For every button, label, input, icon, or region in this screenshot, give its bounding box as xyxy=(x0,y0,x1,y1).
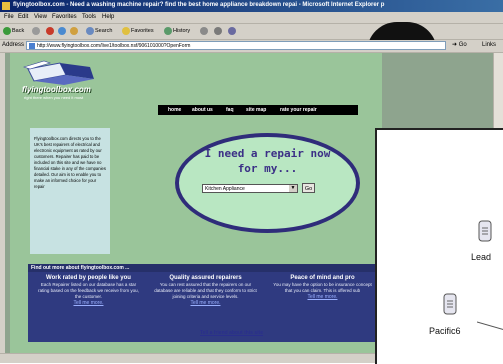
nav-home[interactable]: home xyxy=(168,107,181,113)
refresh-icon xyxy=(58,26,66,35)
favorites-label: Favorites xyxy=(131,28,154,34)
search-icon xyxy=(86,26,94,35)
menu-bar: File Edit View Favorites Tools Help xyxy=(0,12,503,24)
history-label: History xyxy=(173,28,191,34)
node-label-lead[interactable]: Lead xyxy=(471,252,491,262)
feature-title: Peace of mind and pro xyxy=(290,275,355,281)
intro-box: Flyingtoolbox.com directs you to the UK'… xyxy=(30,128,110,254)
refresh-button[interactable] xyxy=(58,26,67,36)
dropdown-arrow-icon[interactable]: ▼ xyxy=(289,185,297,192)
address-label: Address xyxy=(2,42,25,48)
search-label: Search xyxy=(95,28,113,34)
forward-button[interactable] xyxy=(32,26,41,36)
feature-column: Quality assured repairers You can rest a… xyxy=(153,275,258,306)
ie-icon xyxy=(2,2,10,10)
feature-title: Quality assured repairers xyxy=(169,275,242,281)
title-bar: flyingtoolbox.com - Need a washing machi… xyxy=(0,0,503,12)
nav-about-us[interactable]: about us xyxy=(192,107,213,113)
back-button[interactable]: Back xyxy=(3,26,24,36)
home-button[interactable] xyxy=(70,26,79,36)
logo-tagline: right there when you need it most xyxy=(24,95,84,100)
menu-file[interactable]: File xyxy=(4,14,14,20)
favorites-button[interactable]: Favorites xyxy=(122,26,154,36)
feature-text: Each Repairer listed on our database has… xyxy=(38,282,139,299)
repair-heading-line-2: for my... xyxy=(237,162,298,175)
address-go-button[interactable]: ➜ Go xyxy=(452,41,467,48)
info-bar: Find out more about flyingtoolbox.com ..… xyxy=(28,264,382,272)
tell-a-friend-link[interactable]: Tell a friend about this site xyxy=(200,330,263,336)
page-icon xyxy=(29,43,35,49)
mail-icon xyxy=(200,26,208,35)
logo-text[interactable]: flyingtoolbox.com xyxy=(22,85,91,94)
web-page: flyingtoolbox.com right there when you n… xyxy=(10,53,382,353)
address-input[interactable]: http://www.flyingtoolbox.com/live1/toolb… xyxy=(26,41,446,50)
menu-view[interactable]: View xyxy=(34,14,47,20)
info-bar-text: Find out more about flyingtoolbox.com ..… xyxy=(31,265,130,271)
feature-column: Peace of mind and pro You may have the o… xyxy=(270,275,375,300)
stop-button[interactable] xyxy=(46,26,55,36)
window-title: flyingtoolbox.com - Need a washing machi… xyxy=(13,2,385,8)
links-button[interactable]: Links xyxy=(482,42,496,48)
repair-go-button[interactable]: Go xyxy=(302,183,315,193)
edit-icon xyxy=(228,26,236,35)
feature-title: Work rated by people like you xyxy=(46,275,131,281)
history-button[interactable]: History xyxy=(164,26,190,36)
repair-search-oval: I need a repair now for my... Kitchen Ap… xyxy=(175,133,360,233)
back-arrow-icon xyxy=(3,26,11,35)
home-icon xyxy=(70,26,78,35)
menu-favorites[interactable]: Favorites xyxy=(52,14,77,20)
repair-heading-line-1: I need a repair now xyxy=(204,147,331,160)
tell-me-more-link[interactable]: Tell me more. xyxy=(307,294,337,300)
appliance-select[interactable]: Kitchen Appliance ▼ xyxy=(202,184,298,193)
tell-me-more-link[interactable]: Tell me more. xyxy=(73,300,103,306)
feature-text: You can rest assured that the repairers … xyxy=(154,282,257,299)
server-node-icon[interactable] xyxy=(442,293,458,315)
search-button[interactable]: Search xyxy=(86,26,112,36)
print-icon xyxy=(214,26,222,35)
feature-text: You may have the option to be insurance … xyxy=(273,282,372,293)
tell-me-more-link[interactable]: Tell me more. xyxy=(190,300,220,306)
nav-faq[interactable]: faq xyxy=(226,107,234,113)
address-go-label: Go xyxy=(458,42,467,48)
stop-icon xyxy=(46,26,54,35)
network-diagram-window: Lead Pacific6 xyxy=(375,128,503,364)
favorites-icon xyxy=(122,26,130,35)
intro-text: Flyingtoolbox.com directs you to the UK'… xyxy=(34,136,106,189)
print-button[interactable] xyxy=(214,26,223,36)
address-url: http://www.flyingtoolbox.com/live1/toolb… xyxy=(37,43,191,49)
menu-help[interactable]: Help xyxy=(102,14,114,20)
nav-site-map[interactable]: site map xyxy=(246,107,266,113)
menu-tools[interactable]: Tools xyxy=(82,14,96,20)
mail-button[interactable] xyxy=(200,26,209,36)
node-label-pacific6[interactable]: Pacific6 xyxy=(429,326,461,336)
connection-line xyxy=(477,321,503,330)
menu-edit[interactable]: Edit xyxy=(18,14,28,20)
browser-window: flyingtoolbox.com - Need a washing machi… xyxy=(0,0,503,364)
nav-rate-your-repair[interactable]: rate your repair xyxy=(280,107,317,113)
site-nav: home about us faq site map rate your rep… xyxy=(158,105,358,115)
history-icon xyxy=(164,26,172,35)
server-node-icon[interactable] xyxy=(477,220,493,242)
address-bar: Address http://www.flyingtoolbox.com/liv… xyxy=(0,40,503,53)
forward-arrow-icon xyxy=(32,26,40,35)
back-label: Back xyxy=(12,28,25,34)
appliance-select-value: Kitchen Appliance xyxy=(205,186,245,192)
feature-column: Work rated by people like you Each Repai… xyxy=(36,275,141,306)
edit-button[interactable] xyxy=(228,26,237,36)
